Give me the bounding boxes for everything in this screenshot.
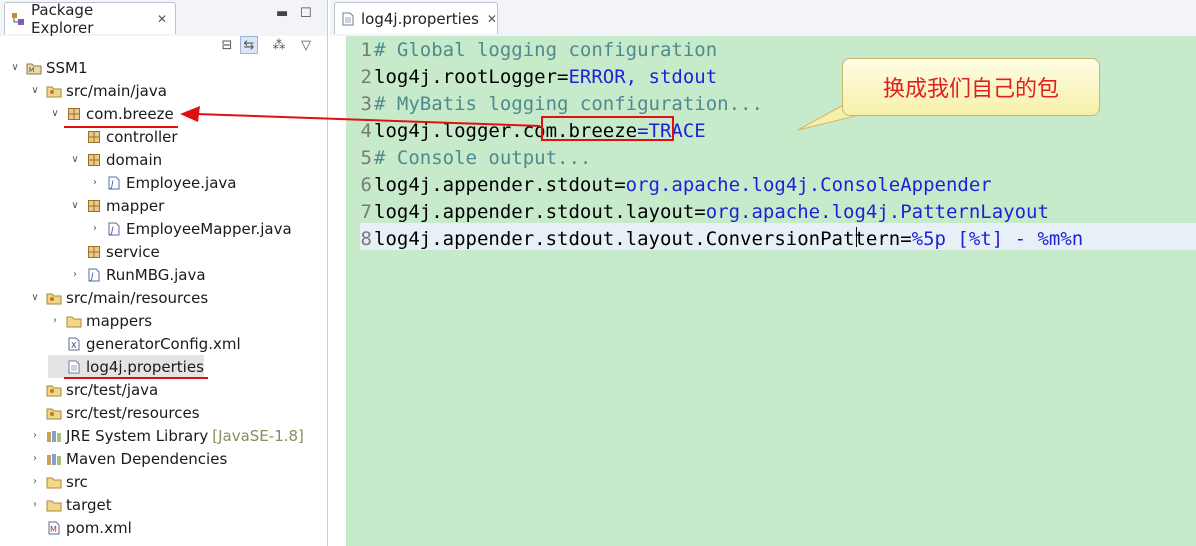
annotation-arrowhead <box>180 106 200 122</box>
callout-text: 换成我们自己的包 <box>882 77 1059 102</box>
callout-note: 换成我们自己的包 <box>842 58 1100 116</box>
underline-log4j-properties <box>64 377 208 379</box>
annotation-arrow-line <box>195 113 541 127</box>
underline-com-breeze <box>64 126 178 128</box>
highlight-box-package <box>541 116 674 141</box>
